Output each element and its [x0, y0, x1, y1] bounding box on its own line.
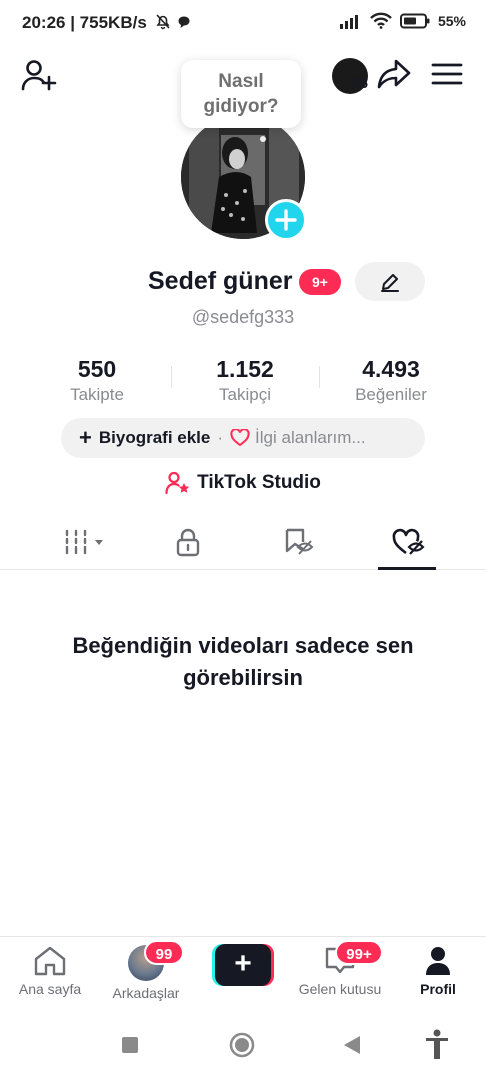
status-time-text: 20:26 | 755KB/s [22, 13, 147, 32]
back-system-button[interactable] [343, 1035, 361, 1055]
stat-likes[interactable]: 4.493 Beğeniler [311, 356, 471, 405]
tab-videos[interactable] [60, 522, 110, 562]
stat-likes-value: 4.493 [362, 356, 420, 382]
accessibility-button[interactable] [424, 1029, 450, 1061]
heart-outline-icon [230, 429, 250, 447]
plus-icon [275, 209, 297, 231]
profile-content-tabs [0, 518, 486, 570]
nav-friends-label: Arkadaşlar [112, 985, 180, 1001]
triangle-back-icon [344, 1036, 360, 1054]
status-time: 20:26 | 755KB/s [22, 13, 191, 33]
empty-state-line-1: Beğendiğin videoları sadece sen [72, 633, 414, 658]
notifications-count: 56 [352, 75, 368, 91]
stat-followers-value: 1.152 [216, 356, 274, 382]
studio-user-star-icon [165, 471, 190, 495]
share-icon [377, 59, 411, 89]
status-right: 55% [338, 12, 466, 29]
tab-liked[interactable] [388, 522, 428, 562]
grid-icon [65, 529, 103, 555]
create-plus-icon: + [215, 944, 271, 986]
create-button[interactable]: + [212, 944, 274, 986]
menu-button[interactable] [431, 62, 463, 86]
bio-pill: + Biyografi ekle · İlgi alanlarım... [61, 418, 425, 458]
nav-home[interactable]: Ana sayfa [0, 945, 100, 997]
hamburger-menu-icon [431, 63, 463, 85]
bio-separator: · [217, 428, 224, 447]
pencil-icon [381, 273, 399, 292]
stat-followers[interactable]: 1.152 Takipçi [165, 356, 325, 405]
tiktok-studio-link[interactable]: TikTok Studio [0, 471, 486, 495]
profile-icon [426, 947, 450, 975]
stat-following[interactable]: 550 Takipte [17, 356, 177, 405]
square-recents-icon [122, 1037, 138, 1053]
name-notification-badge[interactable]: 9+ [299, 269, 341, 295]
add-friend-button[interactable] [20, 58, 58, 92]
battery-percent: 55% [437, 12, 466, 29]
nav-profile[interactable]: Profil [388, 945, 486, 997]
empty-state-message: Beğendiğin videoları sadece sen görebili… [40, 630, 446, 694]
friends-badge: 99 [144, 940, 184, 965]
bio-plus: + [79, 425, 92, 450]
tab-private[interactable] [168, 522, 208, 562]
stat-likes-label: Beğeniler [355, 385, 427, 404]
wifi-icon [370, 12, 392, 29]
add-user-icon [21, 60, 57, 91]
bookmark-hidden-icon [285, 528, 314, 555]
accessibility-icon [426, 1029, 448, 1059]
nav-inbox-label: Gelen kutusu [298, 981, 382, 997]
recents-button[interactable] [121, 1036, 139, 1054]
studio-label: TikTok Studio [197, 472, 321, 493]
inbox-badge: 99+ [335, 940, 383, 965]
nav-profile-label: Profil [420, 981, 456, 997]
stat-following-value: 550 [77, 356, 117, 382]
bubble-line-1: Nasıl [218, 71, 264, 92]
muted-bell-icon [155, 13, 171, 30]
circle-home-icon [229, 1032, 255, 1058]
signal-icon [338, 13, 362, 29]
liked-heart-icon [392, 528, 425, 555]
edit-profile-button[interactable] [355, 262, 425, 301]
active-tab-indicator [378, 567, 436, 570]
system-nav-bar [0, 1010, 486, 1080]
stat-followers-label: Takipçi [219, 385, 271, 404]
status-bubble[interactable]: Nasıl gidiyor? [181, 60, 301, 128]
bubble-line-2: gidiyor? [203, 96, 279, 117]
home-icon [34, 946, 66, 976]
empty-state-line-2: görebilirsin [183, 665, 303, 690]
home-system-button[interactable] [229, 1032, 255, 1058]
stat-following-label: Takipte [70, 385, 124, 404]
add-story-button[interactable] [265, 199, 307, 241]
profile-name: Sedef güner [148, 267, 293, 295]
interests-button[interactable]: İlgi alanlarım... [255, 428, 366, 448]
chat-bubble-icon [177, 15, 191, 29]
add-bio-button[interactable]: Biyografi ekle [99, 428, 211, 448]
battery-icon [399, 13, 430, 29]
nav-home-label: Ana sayfa [18, 981, 82, 997]
profile-username: @sedefg333 [191, 307, 295, 327]
tab-saved[interactable] [278, 522, 318, 562]
share-button[interactable] [376, 57, 412, 91]
lock-icon [176, 528, 200, 557]
